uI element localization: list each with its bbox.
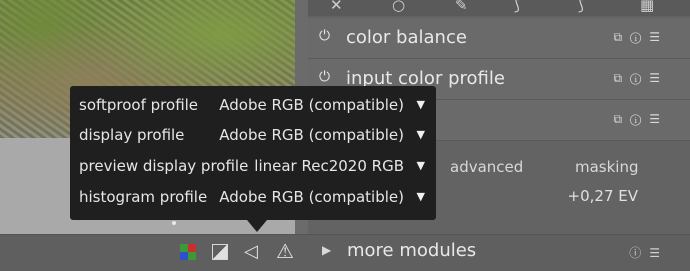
warning-icon[interactable]: ⚠ — [276, 239, 294, 263]
pencil-icon[interactable]: ✎ — [455, 0, 468, 14]
preview-display-profile-value[interactable]: linear Rec2020 RGB — [254, 157, 404, 175]
popup-row-preview-display[interactable]: preview display profile linear Rec2020 R… — [70, 151, 436, 181]
module-header-color-balance[interactable]: ⏻ color balance ⧉ⓘ☰ — [308, 18, 690, 59]
tab-masking[interactable]: masking — [575, 158, 639, 176]
module-title: color balance — [346, 27, 467, 48]
preview-display-profile-label: preview display profile — [79, 157, 249, 175]
popup-row-softproof[interactable]: softproof profile Adobe RGB (compatible)… — [70, 90, 436, 120]
softproof-profile-label: softproof profile — [79, 96, 199, 114]
more-modules-controls[interactable]: ⓘ☰ — [629, 244, 668, 261]
module-controls[interactable]: ⧉ⓘ☰ — [613, 112, 668, 127]
circle-icon[interactable]: ○ — [392, 0, 405, 14]
raster-mask-checker-icon[interactable]: ▦ — [640, 0, 654, 14]
slider-marker — [172, 221, 176, 225]
exposure-value: +0,27 EV — [567, 187, 638, 205]
softproof-icon[interactable] — [180, 244, 196, 260]
popup-row-histogram[interactable]: histogram profile Adobe RGB (compatible)… — [70, 182, 436, 212]
histogram-profile-label: histogram profile — [79, 188, 208, 206]
module-controls[interactable]: ⧉ⓘ☰ — [613, 30, 668, 45]
display-profile-value[interactable]: Adobe RGB (compatible) — [219, 126, 404, 144]
dropdown-arrow-icon[interactable]: ▼ — [417, 128, 425, 141]
softproof-profile-value[interactable]: Adobe RGB (compatible) — [219, 96, 404, 114]
dropdown-arrow-icon[interactable]: ▼ — [417, 159, 425, 172]
rendering-intent-icon[interactable]: ◁ — [244, 241, 258, 262]
dropdown-arrow-icon[interactable]: ▼ — [417, 190, 425, 203]
power-icon[interactable]: ⏻ — [319, 69, 330, 85]
power-icon[interactable]: ⏻ — [319, 28, 330, 44]
dropdown-arrow-icon[interactable]: ▼ — [417, 98, 425, 111]
more-modules-label[interactable]: more modules — [347, 240, 476, 261]
blend-mode-icon-row: ✕ ○ ✎ ⟆ ⟆ ▦ — [308, 0, 690, 16]
parametric-mask-icon[interactable]: ⟆ — [514, 0, 520, 14]
expand-arrow-icon[interactable]: ▶ — [322, 243, 331, 257]
gamut-check-icon[interactable] — [212, 244, 228, 260]
module-controls[interactable]: ⧉ⓘ☰ — [613, 71, 668, 86]
popup-pointer — [247, 220, 267, 232]
popup-row-display[interactable]: display profile Adobe RGB (compatible) ▼ — [70, 120, 436, 150]
display-profile-label: display profile — [79, 126, 185, 144]
histogram-profile-value[interactable]: Adobe RGB (compatible) — [219, 188, 404, 206]
bottom-bar: ◁ ⚠ ▶ more modules ⓘ☰ — [0, 234, 690, 271]
close-icon[interactable]: ✕ — [330, 0, 343, 14]
tab-advanced[interactable]: advanced — [450, 158, 523, 176]
profile-popup: softproof profile Adobe RGB (compatible)… — [70, 86, 436, 220]
drawn-parametric-mask-icon[interactable]: ⟆ — [578, 0, 584, 14]
